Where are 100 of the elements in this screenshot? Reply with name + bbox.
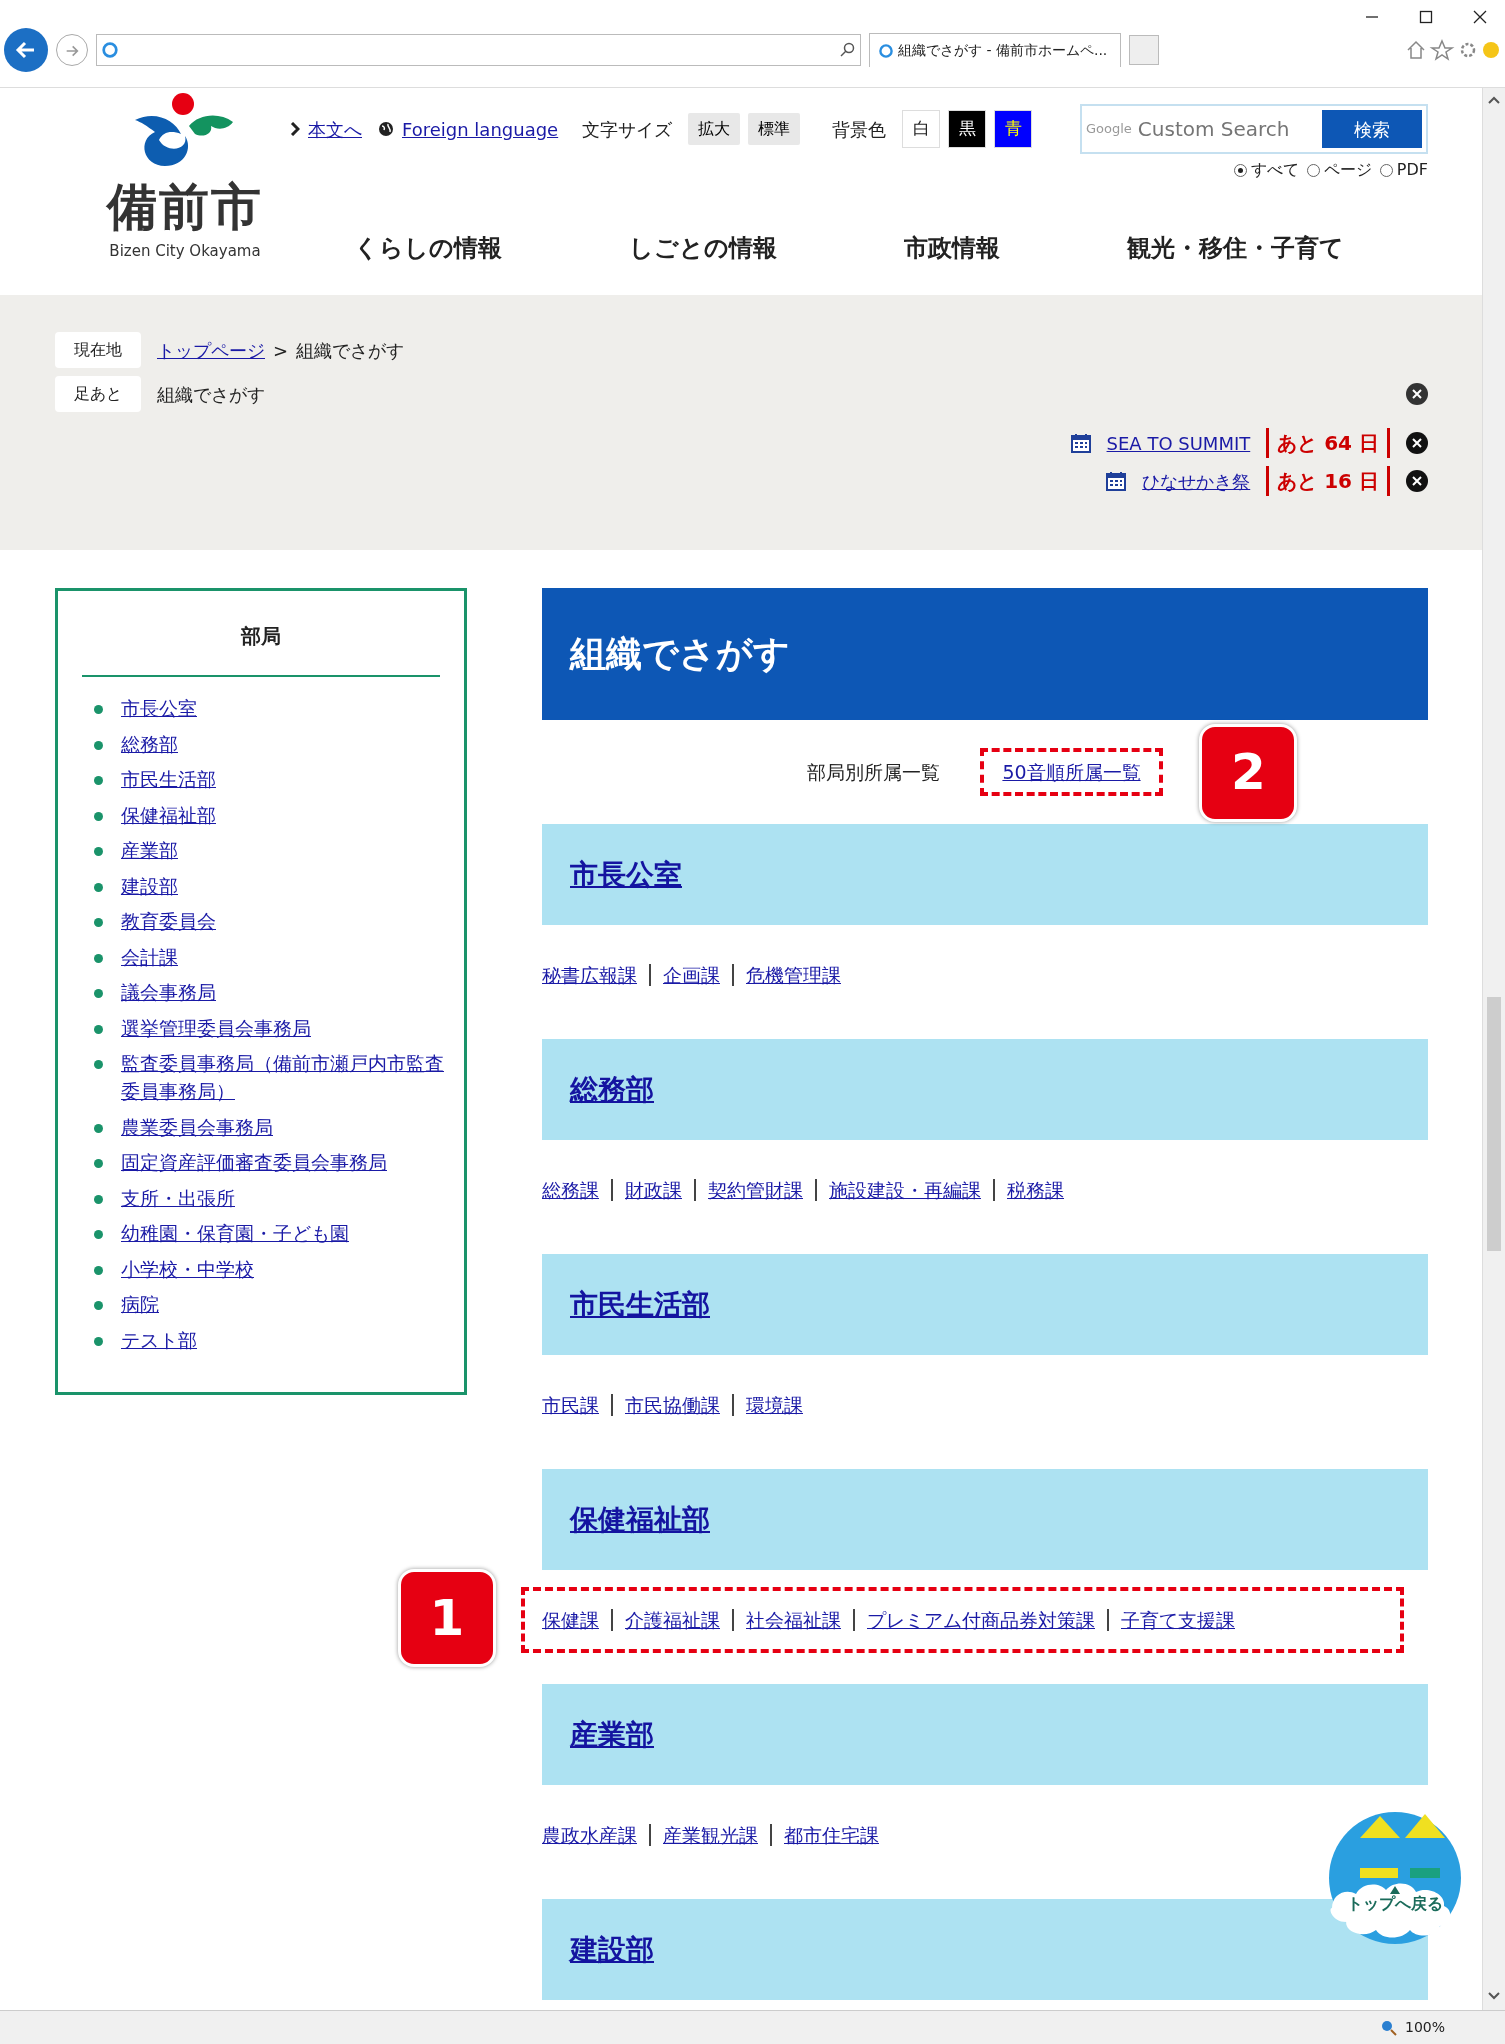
search-icon[interactable] <box>840 42 856 58</box>
sidebar-link[interactable]: 保健福祉部 <box>121 801 216 830</box>
browser-icon <box>101 41 119 59</box>
department-link[interactable]: 産業観光課 <box>649 1823 770 1847</box>
close-icon[interactable] <box>1406 432 1428 454</box>
breadcrumb-current: 組織でさがす <box>296 338 405 363</box>
department-link[interactable]: 都市住宅課 <box>770 1823 891 1847</box>
background-color-label: 背景色 <box>832 117 887 142</box>
nav-item[interactable]: 観光・移住・子育て <box>1127 230 1345 266</box>
radio-label: ページ <box>1323 159 1372 181</box>
text-size-label: 文字サイズ <box>582 117 673 142</box>
section-title[interactable]: 保健福祉部 <box>570 1498 710 1541</box>
department-link[interactable]: 子育て支援課 <box>1107 1608 1247 1632</box>
bullet-icon <box>94 1060 103 1070</box>
sidebar-link[interactable]: 産業部 <box>121 837 178 865</box>
nav-item[interactable]: しごとの情報 <box>628 230 777 266</box>
department-link[interactable]: 市民課 <box>542 1393 611 1417</box>
calendar-icon <box>1106 471 1127 491</box>
sidebar-title: 部局 <box>82 621 440 677</box>
calendar-icon <box>1070 433 1091 453</box>
scroll-up-icon[interactable] <box>1488 96 1500 104</box>
close-icon[interactable] <box>1473 10 1487 24</box>
department-link[interactable]: 企画課 <box>649 963 732 987</box>
browser-tab[interactable]: 組織でさがす - 備前市ホームペ... <box>869 33 1121 67</box>
close-icon[interactable] <box>1406 383 1428 405</box>
department-link[interactable]: 介護福祉課 <box>611 1608 732 1632</box>
section-title[interactable]: 市長公室 <box>570 853 682 896</box>
footprints-label: 足あと <box>55 376 141 412</box>
countdown: あと 64 日 <box>1266 428 1390 458</box>
radio-label: PDF <box>1396 159 1428 181</box>
page-title: 組織でさがす <box>542 588 1428 720</box>
background-color-button[interactable]: 白 <box>902 110 941 148</box>
address-field[interactable] <box>96 34 861 66</box>
zoom-icon[interactable] <box>1380 2019 1397 2036</box>
section-title[interactable]: 市民生活部 <box>570 1283 710 1326</box>
zoom-level[interactable]: 100% <box>1404 2017 1445 2038</box>
sidebar-link[interactable]: 小学校・中学校 <box>121 1255 254 1284</box>
event-link[interactable]: SEA TO SUMMIT <box>1106 429 1251 457</box>
nav-item[interactable]: 市政情報 <box>904 230 1001 266</box>
tab[interactable]: 部局別所属一覧 <box>807 757 941 787</box>
sidebar-link[interactable]: 幼稚園・保育園・子ども園 <box>121 1220 349 1248</box>
text-size-button[interactable]: 標準 <box>748 113 801 145</box>
sidebar-link[interactable]: 固定資産評価審査委員会事務局 <box>121 1149 387 1177</box>
scroll-down-icon[interactable] <box>1488 1992 1500 2000</box>
department-link[interactable]: 財政課 <box>611 1178 694 1202</box>
sidebar-link[interactable]: 議会事務局 <box>121 979 216 1007</box>
sidebar-link[interactable]: 病院 <box>121 1291 159 1319</box>
text-size-button[interactable]: 拡大 <box>688 113 741 145</box>
skip-link[interactable]: 本文へ <box>308 115 362 143</box>
sidebar-link[interactable]: 教育委員会 <box>121 908 216 936</box>
sidebar-link[interactable]: 監査委員事務局（備前市瀬戸内市監査委員事務局） <box>121 1050 446 1106</box>
bullet-icon <box>94 1336 103 1346</box>
maximize-icon[interactable] <box>1419 10 1433 24</box>
bullet-icon <box>94 882 103 892</box>
sidebar-link[interactable]: 建設部 <box>121 872 178 901</box>
bullet-icon <box>94 1194 103 1204</box>
sidebar-link[interactable]: 選挙管理委員会事務局 <box>121 1014 311 1043</box>
sidebar-link[interactable]: テスト部 <box>121 1326 197 1355</box>
sidebar-link[interactable]: 市長公室 <box>121 695 197 723</box>
search-button[interactable]: 検索 <box>1322 110 1422 148</box>
bullet-icon <box>94 1230 103 1240</box>
back-to-top-button[interactable]: トップへ戻る <box>1320 1808 1465 1953</box>
sidebar-link[interactable]: 農業委員会事務局 <box>121 1113 273 1142</box>
scrollbar-thumb[interactable] <box>1487 997 1501 1251</box>
department-link[interactable]: 社会福祉課 <box>732 1608 853 1632</box>
sidebar-link[interactable]: 市民生活部 <box>121 766 216 794</box>
bullet-icon <box>94 811 103 821</box>
department-link[interactable]: プレミアム付商品券対策課 <box>853 1608 1107 1632</box>
bullet-icon <box>94 1265 103 1275</box>
close-icon[interactable] <box>1406 470 1428 492</box>
event-link[interactable]: ひなせかき祭 <box>1142 467 1251 495</box>
background-color-button[interactable]: 黒 <box>948 110 987 148</box>
bullet-icon <box>94 1159 103 1169</box>
tab[interactable]: 50音順所属一覧 <box>1002 760 1141 783</box>
department-link[interactable]: 市民協働課 <box>611 1393 732 1417</box>
nav-item[interactable]: くらしの情報 <box>353 230 502 266</box>
bullet-icon <box>94 740 103 750</box>
department-link[interactable]: 秘書広報課 <box>542 963 649 987</box>
section-title[interactable]: 建設部 <box>570 1928 654 1971</box>
sidebar-link[interactable]: 支所・出張所 <box>121 1184 235 1213</box>
countdown: あと 16 日 <box>1266 466 1390 496</box>
department-link[interactable]: 危機管理課 <box>732 963 853 987</box>
background-color-button[interactable]: 青 <box>994 110 1033 148</box>
chevron-icon <box>290 122 300 136</box>
search-field[interactable]: Google Custom Search 検索 <box>1080 104 1428 154</box>
department-link[interactable]: 契約管財課 <box>694 1178 815 1202</box>
department-link[interactable]: 環境課 <box>732 1393 815 1417</box>
department-link[interactable]: 施設建設・再編課 <box>815 1178 993 1202</box>
department-link[interactable]: 保健課 <box>542 1608 611 1632</box>
department-link[interactable]: 税務課 <box>993 1178 1076 1202</box>
sidebar-link[interactable]: 会計課 <box>121 943 178 972</box>
department-link[interactable]: 農政水産課 <box>542 1823 649 1847</box>
department-link[interactable]: 総務課 <box>542 1178 611 1202</box>
language-link[interactable]: Foreign language <box>402 115 559 143</box>
bullet-icon <box>94 1024 103 1034</box>
sidebar-link[interactable]: 総務部 <box>121 730 178 759</box>
section-title[interactable]: 産業部 <box>570 1713 654 1756</box>
section-title[interactable]: 総務部 <box>570 1068 654 1111</box>
back-button[interactable] <box>4 28 48 72</box>
breadcrumb-link[interactable]: トップページ <box>157 336 265 364</box>
